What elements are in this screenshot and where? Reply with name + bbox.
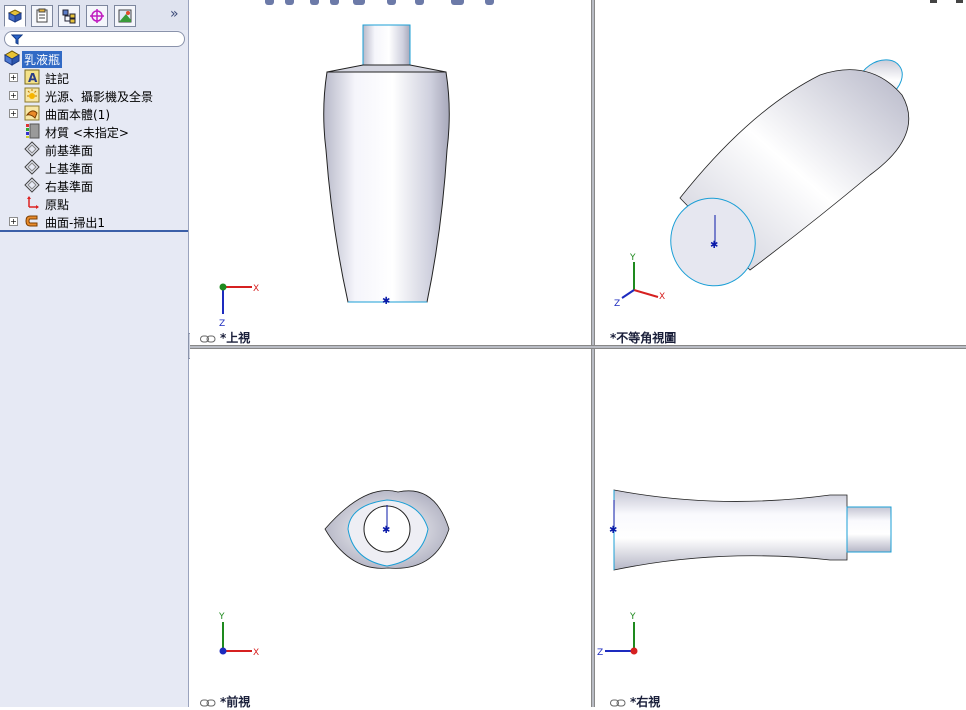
feature-tree-icon — [7, 9, 23, 23]
view-label-front: *前視 — [200, 693, 250, 710]
tree-item-material[interactable]: 材質 <未指定> — [0, 122, 188, 140]
display-style-icon[interactable] — [387, 0, 396, 5]
expand-panel-icon[interactable]: » — [170, 6, 179, 22]
plane-icon — [24, 159, 40, 175]
tree-item-sweep-surface[interactable]: + 曲面-掃出1 — [0, 212, 188, 230]
part-icon — [4, 50, 20, 66]
axis-z-label: Z — [219, 319, 225, 329]
tree-item-right-plane[interactable]: 右基準面 — [0, 176, 188, 194]
axis-x-label: X — [253, 648, 259, 658]
tree-item-lights-cameras[interactable]: + 光源、攝影機及全景 — [0, 86, 188, 104]
configuration-manager-icon — [62, 9, 76, 24]
tree-item-annotations[interactable]: + A 註記 — [0, 68, 188, 86]
sweep-surface-icon — [25, 215, 38, 227]
plane-icon — [24, 177, 40, 193]
view-label-right: *右視 — [610, 693, 660, 710]
model-views-canvas[interactable]: ✱ ✱ ✱ ✱ X Z Y X Z Y X Y Z — [190, 0, 966, 707]
tree-item-label: 上基準面 — [45, 162, 94, 176]
previous-view-icon[interactable] — [310, 0, 319, 5]
axis-z-label: Z — [597, 648, 603, 658]
tree-item-label: 前基準面 — [45, 144, 94, 158]
zoom-to-fit-icon[interactable] — [265, 0, 274, 5]
expand-toggle[interactable]: + — [9, 217, 18, 226]
svg-text:A: A — [28, 71, 38, 85]
feature-filter-input[interactable] — [4, 31, 185, 47]
tree-item-label: 曲面-掃出1 — [45, 216, 105, 230]
tree-item-label: 註記 — [45, 72, 70, 86]
feature-manager-panel: » 乳液瓶 + A 註記 + 光源、攝影機及全景 + 曲面本體(1) 材質 <未… — [0, 0, 189, 707]
tree-item-label: 曲面本體(1) — [45, 108, 110, 122]
svg-text:✱: ✱ — [710, 240, 718, 251]
view-settings-icon[interactable] — [485, 0, 494, 5]
axis-z-label: Z — [614, 299, 620, 309]
tab-dimxpert-manager[interactable] — [86, 5, 108, 27]
expand-toggle[interactable]: + — [9, 91, 18, 100]
link-views-icon[interactable] — [200, 335, 216, 343]
view-orientation-icon[interactable] — [353, 0, 365, 5]
zoom-area-icon[interactable] — [285, 0, 294, 5]
tree-item-origin[interactable]: 原點 — [0, 194, 188, 212]
tree-rollback-bar[interactable] — [0, 230, 188, 232]
lights-cameras-scene-icon — [24, 87, 40, 103]
tree-item-label: 右基準面 — [45, 180, 94, 194]
dimxpert-icon — [90, 9, 104, 23]
tree-item-top-plane[interactable]: 上基準面 — [0, 158, 188, 176]
svg-text:✱: ✱ — [609, 525, 617, 536]
svg-text:✱: ✱ — [382, 525, 390, 536]
tree-item-label: 光源、攝影機及全景 — [45, 90, 154, 104]
bottle-top-view[interactable]: ✱ — [323, 24, 450, 307]
triad-isometric-view: Y X Z — [614, 253, 665, 309]
triad-front-view: Y X — [218, 612, 259, 658]
tab-feature-manager[interactable] — [4, 5, 26, 27]
feature-manager-tabs: » — [0, 0, 188, 30]
axis-x-label: X — [659, 292, 665, 302]
heads-up-view-toolbar — [265, 0, 505, 6]
axis-y-label: Y — [629, 253, 636, 263]
axis-x-label: X — [253, 284, 259, 294]
expand-toggle[interactable]: + — [9, 73, 18, 82]
hide-show-items-icon[interactable] — [415, 0, 424, 5]
link-views-icon[interactable] — [200, 699, 216, 707]
edit-appearance-icon[interactable] — [451, 0, 464, 5]
bottle-right-view[interactable]: ✱ — [609, 489, 892, 571]
view-label-top: *上視 — [200, 329, 250, 346]
viewport-vertical-splitter[interactable] — [591, 0, 595, 707]
axis-y-label: Y — [218, 612, 225, 622]
graphics-area[interactable]: ✱ ✱ ✱ ✱ X Z Y X Z Y X Y Z *上視 *不等角視圖 *前視… — [190, 0, 966, 710]
filter-icon — [11, 34, 23, 45]
section-view-icon[interactable] — [330, 0, 339, 5]
window-control-icon[interactable] — [930, 0, 937, 3]
triad-top-view: X Z — [219, 283, 259, 329]
tree-root-label: 乳液瓶 — [22, 51, 63, 68]
svg-text:✱: ✱ — [382, 296, 390, 307]
annotations-icon: A — [24, 69, 40, 85]
view-label-isometric: *不等角視圖 — [610, 331, 677, 345]
triad-right-view: Y Z — [597, 612, 638, 658]
tree-item-front-plane[interactable]: 前基準面 — [0, 140, 188, 158]
tab-configuration-manager[interactable] — [58, 5, 80, 27]
material-icon — [26, 123, 40, 139]
tab-property-manager[interactable] — [31, 5, 53, 27]
display-manager-icon — [118, 9, 132, 23]
plane-icon — [24, 141, 40, 157]
tree-item-label: 材質 <未指定> — [45, 126, 129, 140]
origin-icon — [27, 196, 39, 209]
bottle-isometric-view[interactable]: ✱ — [658, 51, 910, 297]
tree-root-part[interactable]: 乳液瓶 — [0, 49, 188, 68]
bottle-front-view[interactable]: ✱ — [324, 490, 450, 569]
tree-item-surface-bodies[interactable]: + 曲面本體(1) — [0, 104, 188, 122]
property-manager-icon — [36, 8, 48, 23]
window-control-icon[interactable] — [956, 0, 963, 3]
link-views-icon[interactable] — [610, 699, 626, 707]
surface-bodies-icon — [24, 105, 40, 121]
tree-item-label: 原點 — [45, 198, 70, 212]
viewport-horizontal-splitter[interactable] — [190, 345, 966, 349]
axis-y-label: Y — [629, 612, 636, 622]
expand-toggle[interactable]: + — [9, 109, 18, 118]
tab-display-manager[interactable] — [114, 5, 136, 27]
